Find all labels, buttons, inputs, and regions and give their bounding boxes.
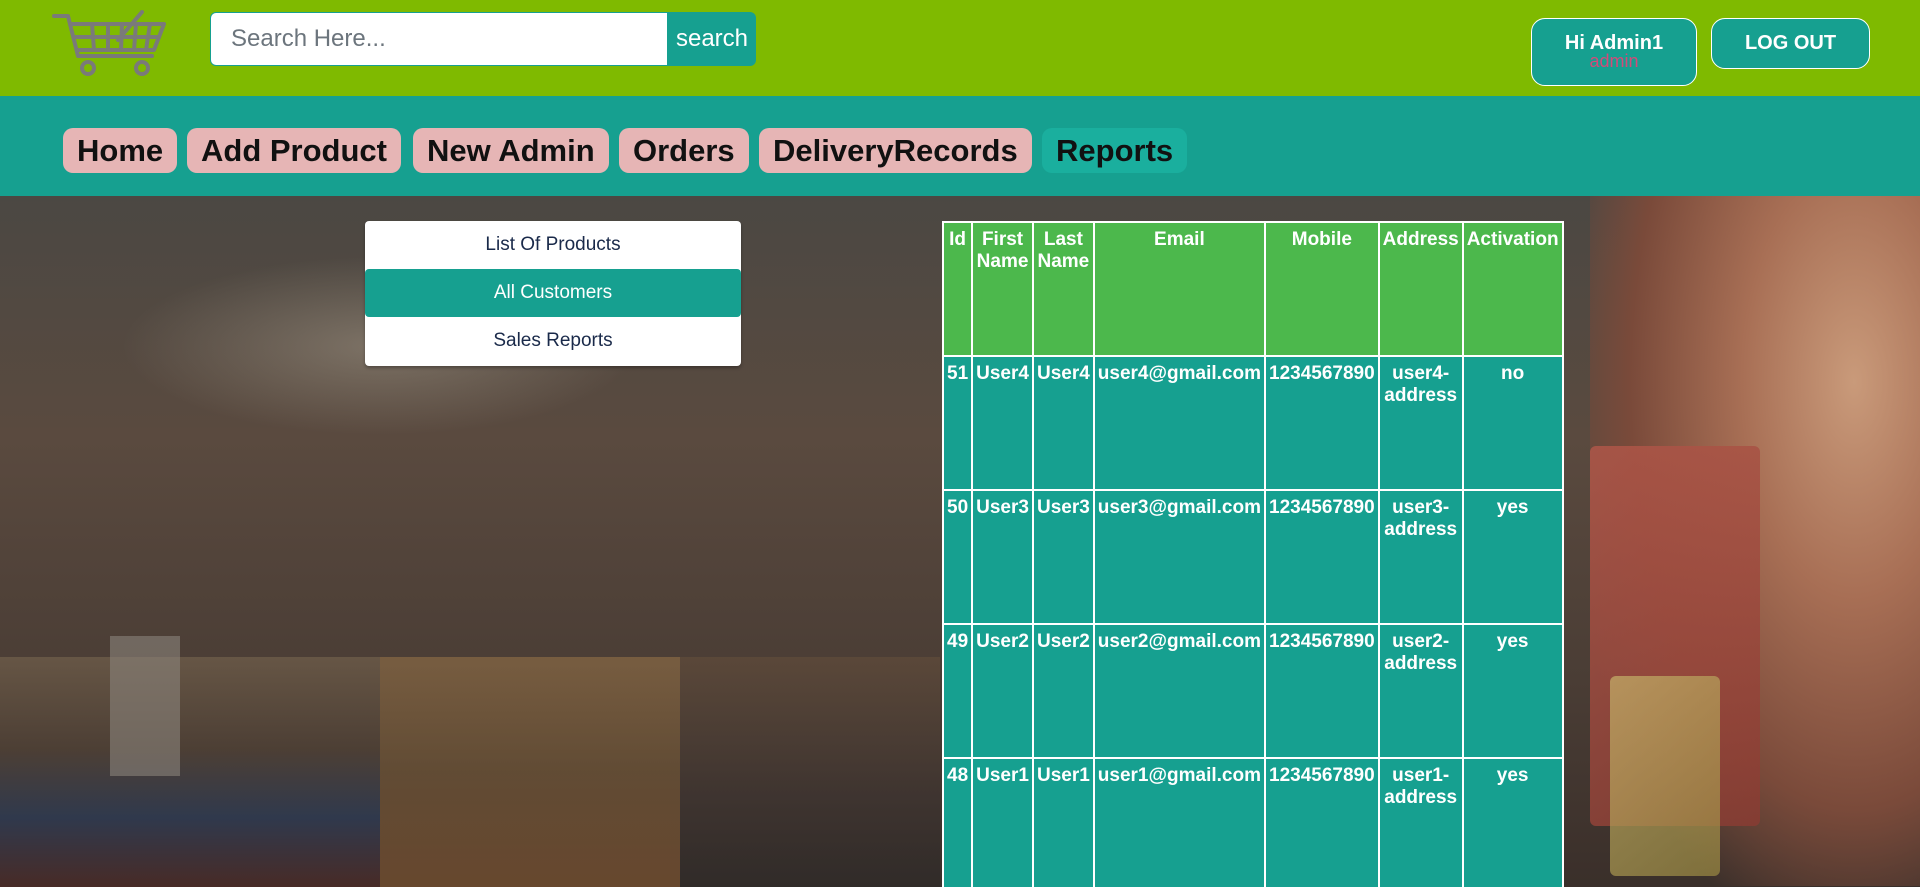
column-header-email: Email: [1092, 221, 1267, 357]
cell-email: user1@gmail.com: [1092, 757, 1267, 887]
column-header-activation: Activation: [1461, 221, 1564, 357]
cell-last-name: User2: [1031, 623, 1095, 759]
column-header-id: Id: [941, 221, 974, 357]
cell-last-name: User4: [1031, 355, 1095, 491]
cell-first-name: User4: [971, 355, 1034, 491]
table-row: 51 User4 User4 user4@gmail.com 123456789…: [941, 355, 1564, 491]
table-row: 48 User1 User1 user1@gmail.com 123456789…: [941, 757, 1564, 887]
cell-activation: yes: [1461, 757, 1564, 887]
cell-email: user2@gmail.com: [1092, 623, 1267, 759]
menu-item-sales-reports[interactable]: Sales Reports: [365, 317, 741, 365]
cell-mobile: 1234567890: [1264, 489, 1380, 625]
cell-activation: yes: [1461, 623, 1564, 759]
cell-last-name: User3: [1031, 489, 1095, 625]
menu-item-list-of-products[interactable]: List Of Products: [365, 221, 741, 269]
cell-first-name: User1: [971, 757, 1034, 887]
cell-activation: no: [1461, 355, 1564, 491]
cell-email: user4@gmail.com: [1092, 355, 1267, 491]
cell-address: user3-address: [1377, 489, 1464, 625]
cell-activation: yes: [1461, 489, 1564, 625]
cell-mobile: 1234567890: [1264, 623, 1380, 759]
column-header-address: Address: [1377, 221, 1464, 357]
cell-id: 49: [941, 623, 974, 759]
reports-side-menu: List Of Products All Customers Sales Rep…: [365, 221, 741, 366]
shopping-cart-icon[interactable]: [52, 10, 168, 78]
nav-item-orders[interactable]: Orders: [619, 128, 749, 173]
nav-item-delivery-records[interactable]: DeliveryRecords: [759, 128, 1032, 173]
cell-address: user4-address: [1377, 355, 1464, 491]
cell-email: user3@gmail.com: [1092, 489, 1267, 625]
top-bar: search Hi Admin1 admin LOG OUT: [0, 0, 1920, 96]
column-header-first-name: First Name: [971, 221, 1034, 357]
menu-item-all-customers[interactable]: All Customers: [365, 269, 741, 317]
nav-item-new-admin[interactable]: New Admin: [413, 128, 609, 173]
cell-id: 50: [941, 489, 974, 625]
cell-address: user2-address: [1377, 623, 1464, 759]
logout-button[interactable]: LOG OUT: [1711, 18, 1870, 69]
user-account-button[interactable]: Hi Admin1 admin: [1531, 18, 1697, 86]
cell-mobile: 1234567890: [1264, 355, 1380, 491]
nav-item-reports[interactable]: Reports: [1042, 128, 1188, 173]
cell-id: 51: [941, 355, 974, 491]
column-header-last-name: Last Name: [1031, 221, 1095, 357]
nav-item-add-product[interactable]: Add Product: [187, 128, 401, 173]
customers-table: Id First Name Last Name Email Mobile Add…: [941, 221, 1564, 887]
cell-last-name: User1: [1031, 757, 1095, 887]
search-button[interactable]: search: [668, 12, 756, 66]
cell-first-name: User3: [971, 489, 1034, 625]
column-header-mobile: Mobile: [1264, 221, 1380, 357]
table-row: 50 User3 User3 user3@gmail.com 123456789…: [941, 489, 1564, 625]
table-row: 49 User2 User2 user2@gmail.com 123456789…: [941, 623, 1564, 759]
table-header-row: Id First Name Last Name Email Mobile Add…: [941, 221, 1564, 357]
main-nav: Home Add Product New Admin Orders Delive…: [0, 96, 1920, 196]
cell-first-name: User2: [971, 623, 1034, 759]
search-input[interactable]: [210, 12, 668, 66]
nav-item-home[interactable]: Home: [63, 128, 178, 173]
cell-address: user1-address: [1377, 757, 1464, 887]
cell-id: 48: [941, 757, 974, 887]
user-role: admin: [1589, 51, 1639, 71]
cell-mobile: 1234567890: [1264, 757, 1380, 887]
